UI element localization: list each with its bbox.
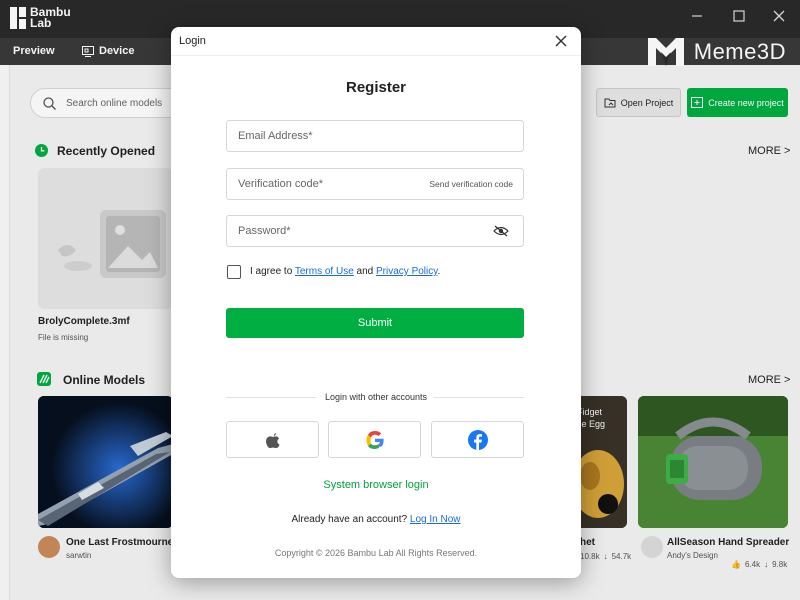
likes-count: 10.8k bbox=[580, 552, 600, 561]
maximize-icon bbox=[733, 10, 745, 22]
create-project-button[interactable]: Create new project bbox=[687, 88, 788, 117]
other-accounts-label: Login with other accounts bbox=[324, 392, 428, 402]
dialog-close-button[interactable] bbox=[551, 31, 571, 51]
download-icon: ↓ bbox=[603, 552, 608, 561]
agree-period: . bbox=[437, 266, 441, 277]
download-icon: ↓ bbox=[764, 560, 769, 569]
model-thumbnail-hand-spreader[interactable] bbox=[638, 396, 788, 528]
model-name-frostmourne: One Last Frostmourne bbox=[66, 537, 174, 548]
recent-more-link[interactable]: MORE > bbox=[748, 145, 790, 157]
verification-code-placeholder: Verification code* bbox=[238, 178, 323, 190]
facebook-login-button[interactable] bbox=[431, 421, 524, 458]
online-more-link[interactable]: MORE > bbox=[748, 374, 790, 386]
system-browser-login-link[interactable]: System browser login bbox=[171, 479, 581, 491]
device-icon bbox=[82, 46, 94, 57]
maximize-button[interactable] bbox=[725, 6, 753, 30]
online-models-icon bbox=[37, 372, 51, 386]
bambu-logo-icon bbox=[10, 7, 26, 29]
minimize-button[interactable] bbox=[683, 6, 711, 30]
password-field[interactable]: Password* bbox=[226, 215, 524, 247]
open-project-label: Open Project bbox=[620, 97, 674, 108]
agree-checkbox[interactable] bbox=[227, 265, 241, 279]
model-name-fidget: het bbox=[580, 537, 595, 548]
folder-icon bbox=[604, 98, 616, 108]
agree-prefix: I agree to bbox=[250, 266, 295, 277]
terms-link[interactable]: Terms of Use bbox=[295, 266, 354, 277]
brand-watermark-text: Meme3D bbox=[693, 38, 786, 64]
facebook-icon bbox=[467, 429, 488, 450]
online-models-title: Online Models bbox=[63, 373, 146, 387]
open-project-button[interactable]: Open Project bbox=[596, 88, 681, 117]
close-icon bbox=[555, 35, 567, 47]
submit-button[interactable]: Submit bbox=[226, 308, 524, 338]
recent-project-status: File is missing bbox=[38, 333, 89, 342]
like-icon: 👍 bbox=[731, 560, 741, 569]
register-heading: Register bbox=[345, 79, 407, 96]
google-icon bbox=[365, 430, 384, 449]
downloads-count: 9.8k bbox=[772, 560, 788, 569]
copyright-text: Copyright © 2026 Bambu Lab All Rights Re… bbox=[274, 548, 478, 558]
side-strip bbox=[0, 65, 10, 600]
model-author-hand-spreader: Andy's Design bbox=[667, 551, 718, 560]
dialog-title: Login bbox=[179, 35, 206, 47]
email-placeholder: Email Address* bbox=[238, 130, 313, 142]
recent-project-name: BrolyComplete.3mf bbox=[38, 316, 130, 327]
close-window-button[interactable] bbox=[765, 6, 793, 30]
google-login-button[interactable] bbox=[328, 421, 421, 458]
new-project-icon bbox=[691, 97, 704, 108]
model-stats-hand-spreader: 👍 6.4k ↓ 9.8k bbox=[731, 560, 787, 569]
login-now-link[interactable]: Log In Now bbox=[410, 514, 461, 525]
privacy-link[interactable]: Privacy Policy bbox=[376, 266, 438, 277]
eye-hidden-icon[interactable] bbox=[493, 225, 509, 237]
close-icon bbox=[773, 10, 785, 22]
placeholder-image-icon bbox=[58, 210, 166, 278]
recent-project-thumbnail[interactable] bbox=[38, 168, 173, 309]
clock-icon bbox=[35, 144, 48, 157]
create-project-label: Create new project bbox=[708, 97, 784, 108]
model-author-frostmourne: sarwtin bbox=[66, 551, 92, 560]
minimize-icon bbox=[692, 15, 702, 17]
downloads-count: 54.7k bbox=[611, 552, 632, 561]
avatar bbox=[641, 536, 663, 558]
apple-icon bbox=[265, 432, 279, 448]
agree-text: I agree to Terms of Use and Privacy Poli… bbox=[250, 266, 440, 277]
apple-login-button[interactable] bbox=[226, 421, 319, 458]
already-prefix: Already have an account? bbox=[291, 514, 410, 525]
password-placeholder: Password* bbox=[238, 225, 291, 237]
verification-code-field[interactable]: Verification code* Send verification cod… bbox=[226, 168, 524, 200]
app-logo: Bambu Lab bbox=[10, 6, 71, 30]
login-dialog: Login Register Email Address* Verificati… bbox=[171, 27, 581, 578]
model-stats-fidget: 10.8k ↓ 54.7k bbox=[580, 552, 631, 561]
model-thumbnail-frostmourne[interactable] bbox=[38, 396, 173, 528]
model-name-hand-spreader: AllSeason Hand Spreader bbox=[667, 537, 790, 548]
hand-spreader-image bbox=[638, 396, 788, 528]
recently-opened-title: Recently Opened bbox=[57, 144, 156, 158]
logo-text-line2: Lab bbox=[30, 16, 52, 30]
meme3d-logo-icon bbox=[647, 37, 684, 66]
email-field[interactable]: Email Address* bbox=[226, 120, 524, 152]
already-account-text: Already have an account? Log In Now bbox=[171, 514, 581, 525]
tab-preview[interactable]: Preview bbox=[13, 38, 55, 65]
tab-device[interactable]: Device bbox=[82, 38, 134, 65]
send-code-button[interactable]: Send verification code bbox=[429, 179, 513, 189]
watermark: Meme3D bbox=[647, 37, 786, 66]
avatar bbox=[38, 536, 60, 558]
agree-and: and bbox=[353, 266, 377, 277]
tab-device-label: Device bbox=[99, 45, 135, 57]
search-placeholder: Search online models bbox=[66, 97, 163, 109]
likes-count: 6.4k bbox=[744, 560, 761, 569]
search-icon bbox=[43, 96, 56, 110]
sword-image bbox=[38, 396, 173, 528]
dialog-header: Login bbox=[171, 27, 581, 56]
